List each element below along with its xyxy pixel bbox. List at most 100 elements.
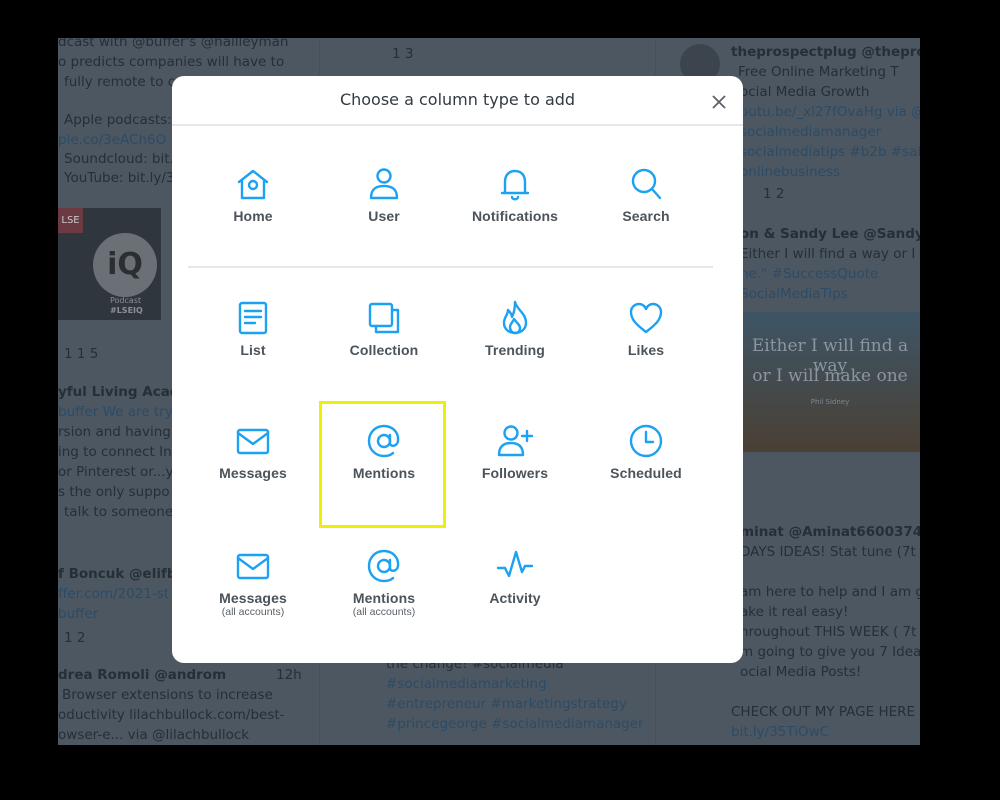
option-label: List [240,342,266,358]
tweet-text: Apple podcasts: [64,112,172,128]
column-option-followers[interactable]: Followers [455,421,575,481]
column-type-dialog: Choose a column type to add Home User Noti… [172,76,743,663]
column-option-search[interactable]: Search [586,164,706,224]
tweet-actions: 1 2 [763,186,785,202]
dialog-title: Choose a column type to add [339,90,576,109]
tweet-link: bit.ly/35TiOwC [731,724,830,740]
option-label: Messages [219,465,287,481]
column-option-home[interactable]: Home [193,164,313,224]
tweet-text: s the only suppo [58,484,170,500]
tweet-text: #socialmediamarketing [386,676,547,692]
tweet-text: buffer We are try [58,404,173,420]
option-label: Home [233,208,273,224]
tweet-text: onlinebusiness [740,164,841,180]
tweet-text: hroughout THIS WEEK ( 7t [740,624,917,640]
tweet-text: #princegeorge #socialmediamanager [386,716,644,732]
column-option-messages[interactable]: Messages [193,421,313,481]
tweet-text: Soundcloud: bit.ly [64,151,186,167]
home-icon [237,169,269,200]
column-option-scheduled[interactable]: Scheduled [586,421,706,481]
tweet-actions: 1 3 [392,46,414,62]
column-option-messages-all-accounts[interactable]: Messages (all accounts) [193,546,313,618]
flame-icon [502,300,528,335]
tweet-text: SocialMediaTips [740,286,848,302]
tweet-time: 12h [276,667,302,683]
option-label: Followers [481,465,549,481]
option-sublabel: (all accounts) [221,606,285,618]
clock-icon [629,424,663,458]
option-label: Mentions [352,590,416,606]
tweet-text: socialmediamanager [740,124,882,140]
column-option-collection[interactable]: Collection [324,298,444,358]
option-label: Likes [627,342,665,358]
tweet-actions: 1 1 5 [64,346,99,362]
tweet-text: Free Online Marketing T [738,64,899,80]
tweet-text: #entrepreneur #marketingstrategy [386,696,627,712]
option-label: Notifications [471,208,559,224]
column-option-activity[interactable]: Activity [455,546,575,606]
column-option-mentions-all-accounts[interactable]: Mentions (all accounts) [324,546,444,618]
tweet-author: on & Sandy Lee @SandyLe [740,226,920,242]
highlight-box [319,401,446,528]
collection-icon [368,302,400,334]
tweet-text: dcast with @buffer's @hailleyman [58,38,289,50]
option-label: Search [622,208,670,224]
tweet-media: LSE iQ Podcast #LSEIQ [58,208,161,320]
tweet-link: ple.co/3eACh6O [58,132,167,148]
tweet-text: Browser extensions to increase [62,687,273,703]
activity-icon [496,550,534,578]
tweet-link: outu.be/_xl27fOvaHg via @ [740,104,920,120]
tweet-link: buffer [58,606,99,622]
media-brand: iQ [93,233,157,297]
option-label: Scheduled [610,465,682,481]
tweet-text: ne." #SuccessQuote [740,266,879,282]
option-label: Collection [349,342,419,358]
option-label: User [368,208,400,224]
at-icon [367,549,400,583]
column-option-user[interactable]: User [324,164,444,224]
tweet-text: rsion and having [58,424,171,440]
tweet-text: ake it real easy! [740,604,849,620]
tweet-text: ocial Media Growth [740,84,870,100]
column-option-notifications[interactable]: Notifications [455,164,575,224]
close-icon[interactable] [709,92,729,112]
heart-icon [629,302,663,334]
tweet-author: drea Romoli @androm [58,667,227,683]
tweet-text: ocial Media Posts! [740,664,862,680]
column-option-likes[interactable]: Likes [586,298,706,358]
envelope-icon [236,428,270,455]
divider [172,124,743,126]
tweet-text: YouTube: bit.ly/3 [64,170,175,186]
tweet-text: m going to give you 7 Idea [740,644,920,660]
tweet-text: owser-e... via @lilachbullock [58,727,250,743]
tweet-text: oductivity lilachbullock.com/best- [58,707,285,723]
search-icon [631,168,662,200]
tweet-media: Either I will find a way or I will make … [740,312,920,452]
tweet-text: talk to someone [64,504,174,520]
tweet-text: or Pinterest or...y [58,464,174,480]
media-caption: #LSEIQ [110,306,143,315]
tweet-link: ffer.com/2021-st [58,586,170,602]
list-icon [238,301,268,335]
bell-icon [500,169,530,201]
media-logo: LSE [58,208,83,233]
tweet-text: Either I will find a way or I [740,246,916,262]
media-caption: Podcast [110,296,142,305]
tweet-author: yful Living Acad [58,384,180,400]
tweet-author: minat @Aminat66003748 [740,524,920,540]
tweet-text: CHECK OUT MY PAGE HERE [731,704,916,720]
option-label: Trending [485,342,545,358]
tweet-actions: 1 2 [64,630,86,646]
media-quote: or I will make one [752,366,908,386]
user-icon [369,168,399,200]
divider [188,266,713,268]
option-label: Activity [489,590,541,606]
option-sublabel: (all accounts) [352,606,416,618]
option-label: Messages [219,590,287,606]
column-option-list[interactable]: List [193,298,313,358]
tweet-text: ing to connect In [58,444,172,460]
tweet-text: am here to help and I am g [740,584,920,600]
column-option-trending[interactable]: Trending [455,298,575,358]
tweet-author: theprospectplug @theprosp [731,44,920,60]
tweet-text: socialmediatips #b2b #sal [740,144,920,160]
